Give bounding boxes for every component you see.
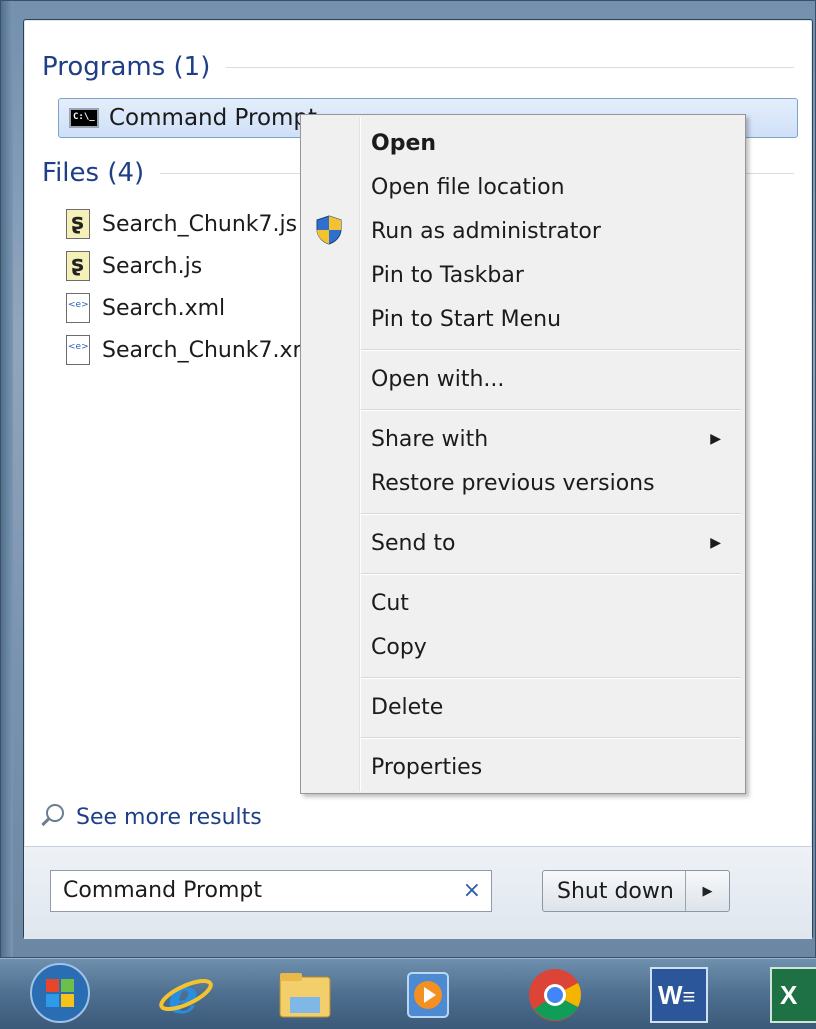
menu-item-label: Cut: [371, 590, 409, 616]
menu-separator: [361, 737, 741, 739]
file-item-search-xml[interactable]: Search.xml: [66, 290, 225, 326]
menu-separator: [361, 513, 741, 515]
shutdown-options-arrow-icon[interactable]: ▶: [685, 871, 729, 911]
menu-item-properties[interactable]: Properties: [371, 749, 725, 785]
menu-item-label: Properties: [371, 754, 483, 780]
js-file-icon: [66, 251, 90, 281]
file-item-search-js[interactable]: Search.js: [66, 248, 202, 284]
menu-item-pin-to-start-menu[interactable]: Pin to Start Menu: [371, 301, 725, 337]
submenu-arrow-icon: ▶: [710, 535, 721, 551]
excel-icon-letter: X: [780, 980, 798, 1010]
menu-item-open-file-location[interactable]: Open file location: [371, 169, 725, 205]
start-orb-icon[interactable]: [22, 961, 98, 1025]
clear-search-icon[interactable]: ×: [463, 871, 481, 911]
files-header-label: Files (4): [42, 158, 145, 188]
file-item-label: Search.xml: [102, 295, 226, 321]
menu-item-open-with[interactable]: Open with...: [371, 361, 725, 397]
menu-item-pin-to-taskbar[interactable]: Pin to Taskbar: [371, 257, 725, 293]
shutdown-button[interactable]: Shut down ▶: [542, 870, 730, 912]
menu-item-cut[interactable]: Cut: [371, 585, 725, 621]
menu-item-label: Copy: [371, 634, 427, 660]
header-divider: [226, 66, 794, 68]
word-lines-icon: ≡: [682, 984, 696, 1009]
word-icon-letter: W: [658, 980, 683, 1010]
menu-separator: [361, 349, 741, 351]
uac-shield-icon: [316, 215, 342, 245]
menu-item-label: Delete: [371, 694, 444, 720]
xml-file-icon: [66, 335, 90, 365]
program-item-label: Command Prompt: [109, 105, 318, 131]
menu-item-send-to[interactable]: Send to ▶: [371, 525, 725, 561]
menu-item-run-as-administrator[interactable]: Run as administrator: [371, 213, 725, 249]
file-item-label: Search_Chunk7.js: [102, 211, 298, 237]
excel-icon[interactable]: X: [770, 967, 816, 1023]
xml-file-icon: [66, 293, 90, 323]
menu-item-delete[interactable]: Delete: [371, 689, 725, 725]
menu-item-copy[interactable]: Copy: [371, 629, 725, 665]
shutdown-label: Shut down: [557, 878, 674, 904]
file-item-label: Search.js: [102, 253, 203, 279]
programs-header-label: Programs (1): [42, 52, 211, 82]
media-player-icon[interactable]: [400, 967, 458, 1023]
taskbar: e W≡ X: [0, 958, 816, 1029]
cmd-icon: C:\_: [69, 108, 99, 128]
chrome-icon[interactable]: [526, 967, 584, 1023]
menu-item-open[interactable]: Open: [371, 125, 725, 161]
file-item-search-chunk7-js[interactable]: Search_Chunk7.js: [66, 206, 297, 242]
menu-item-label: Open file location: [371, 174, 565, 200]
submenu-arrow-icon: ▶: [710, 431, 721, 447]
programs-group-header[interactable]: Programs (1): [42, 52, 794, 82]
menu-item-restore-previous-versions[interactable]: Restore previous versions: [371, 465, 725, 501]
context-menu: Open Open file location Run as administr…: [300, 114, 746, 794]
menu-item-label: Restore previous versions: [371, 470, 655, 496]
js-file-icon: [66, 209, 90, 239]
menu-separator: [361, 677, 741, 679]
menu-item-label: Send to: [371, 530, 456, 556]
file-item-label: Search_Chunk7.xm: [102, 337, 314, 363]
word-icon[interactable]: W≡: [650, 967, 708, 1023]
menu-separator: [361, 409, 741, 411]
menu-item-label: Open: [371, 130, 437, 156]
file-item-search-chunk7-xml[interactable]: Search_Chunk7.xm: [66, 332, 314, 368]
magnifier-icon: [38, 802, 68, 832]
menu-item-label: Pin to Start Menu: [371, 306, 562, 332]
menu-item-label: Pin to Taskbar: [371, 262, 524, 288]
see-more-results-link[interactable]: See more results: [38, 802, 262, 832]
file-explorer-icon[interactable]: [276, 967, 334, 1023]
menu-item-label: Open with...: [371, 366, 505, 392]
see-more-label: See more results: [76, 804, 262, 830]
search-input[interactable]: Command Prompt ×: [50, 870, 492, 912]
menu-item-label: Run as administrator: [371, 218, 601, 244]
internet-explorer-icon[interactable]: e: [156, 967, 214, 1023]
search-input-value: Command Prompt: [63, 878, 262, 903]
menu-separator: [361, 573, 741, 575]
svg-text:e: e: [168, 969, 199, 1023]
menu-item-share-with[interactable]: Share with ▶: [371, 421, 725, 457]
menu-item-label: Share with: [371, 426, 489, 452]
